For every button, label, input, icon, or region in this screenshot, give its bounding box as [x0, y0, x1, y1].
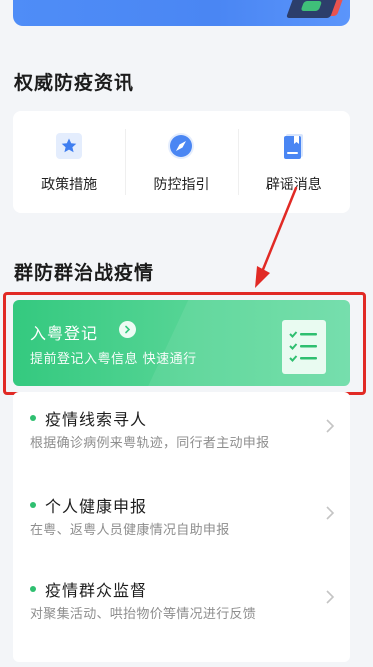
chevron-right-icon: [119, 321, 136, 338]
list-item-subtitle: 在粤、返粤人员健康情况自助申报: [30, 523, 230, 538]
bullet-dot: [30, 586, 36, 592]
star-icon: [53, 130, 85, 162]
info-item-rumor[interactable]: 辟谣消息: [237, 111, 350, 213]
list-item-title-text: 疫情群众监督: [45, 581, 148, 600]
compass-icon: [165, 130, 197, 162]
list-item-title: 疫情群众监督: [30, 577, 147, 601]
bookmark-doc-icon: [278, 130, 310, 162]
list-item-subtitle: 对聚集活动、哄抬物价等情况进行反馈: [30, 607, 257, 622]
info-label-policy: 政策措施: [41, 177, 98, 193]
info-label-guide: 防控指引: [153, 177, 210, 193]
list-item-subtitle: 根据确诊病例来粤轨迹，同行者主动申报: [30, 436, 270, 451]
chevron-right-icon: [326, 506, 335, 520]
service-list: 疫情线索寻人 根据确诊病例来粤轨迹，同行者主动申报 个人健康申报 在粤、返粤人员…: [13, 392, 350, 662]
checklist-icon: [282, 320, 326, 374]
list-item-supervise[interactable]: 疫情群众监督 对聚集活动、哄抬物价等情况进行反馈: [13, 563, 350, 649]
list-item-trace[interactable]: 疫情线索寻人 根据确诊病例来粤轨迹，同行者主动申报: [13, 392, 350, 478]
list-item-health[interactable]: 个人健康申报 在粤、返粤人员健康情况自助申报: [13, 479, 350, 565]
section-title-info: 权威防疫资讯: [14, 72, 135, 94]
section-title-group: 群防群治战疫情: [14, 262, 155, 284]
banner-illustration: [285, 0, 339, 18]
bullet-dot: [30, 415, 36, 421]
list-item-title: 疫情线索寻人: [30, 406, 147, 430]
list-item-title: 个人健康申报: [30, 493, 147, 517]
info-card: 政策措施 防控指引 辟谣消息: [13, 111, 350, 213]
chevron-right-icon: [326, 419, 335, 433]
info-item-policy[interactable]: 政策措施: [13, 111, 125, 213]
register-subtitle: 提前登记入粤信息 快速通行: [30, 352, 197, 367]
info-label-rumor: 辟谣消息: [265, 177, 322, 193]
top-banner[interactable]: [13, 0, 350, 26]
info-item-guide[interactable]: 防控指引: [125, 111, 237, 213]
list-item-title-text: 疫情线索寻人: [45, 410, 148, 429]
register-card[interactable]: 入粤登记 提前登记入粤信息 快速通行: [13, 300, 350, 386]
register-title: 入粤登记: [30, 324, 99, 343]
list-item-title-text: 个人健康申报: [45, 497, 148, 516]
bullet-dot: [30, 502, 36, 508]
chevron-right-icon: [326, 590, 335, 604]
